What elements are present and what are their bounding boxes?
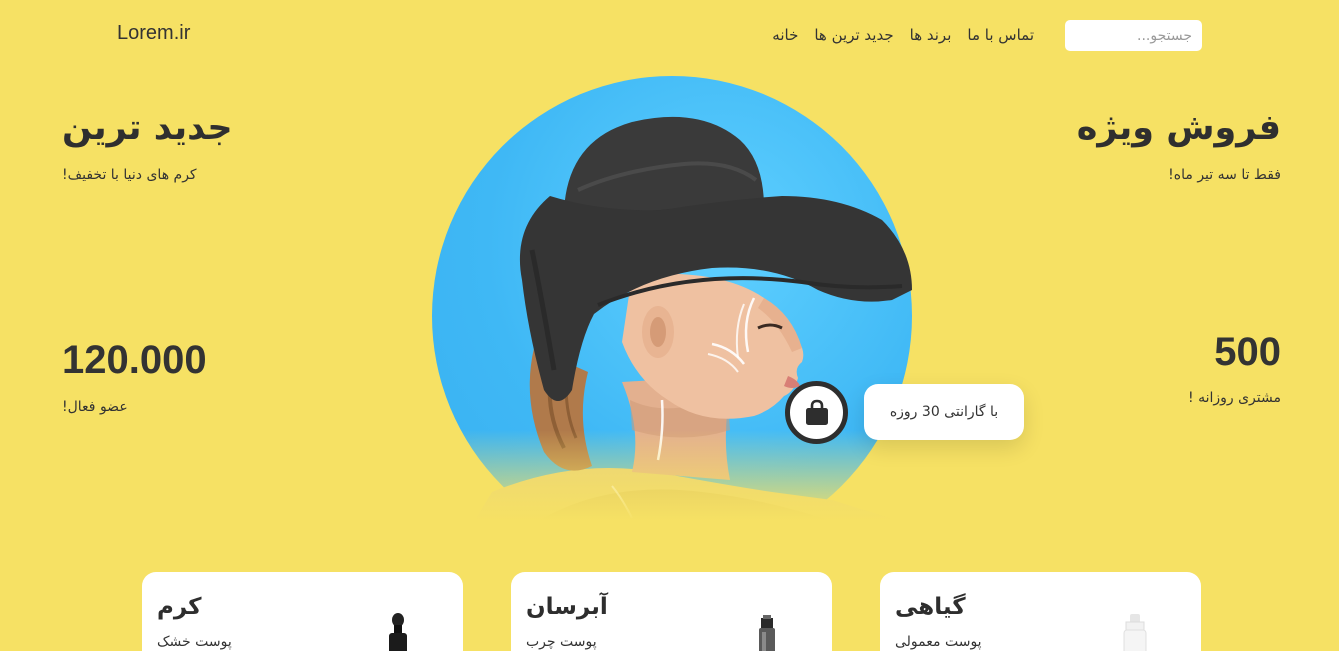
special-sale-subtitle: فقط تا سه تیر ماه! <box>1168 167 1281 183</box>
category-title: آبرسان <box>526 594 608 620</box>
special-sale-title: فروش ویژه <box>1076 108 1281 148</box>
search-input[interactable] <box>1065 20 1202 51</box>
main-nav: خانه جدید ترین ها برند ها تماس با ما <box>772 26 1034 44</box>
category-subtitle: پوست خشک <box>157 634 232 650</box>
nav-item-contact[interactable]: تماس با ما <box>967 26 1034 44</box>
category-card-hydrating[interactable]: آبرسان پوست چرب <box>511 572 832 651</box>
category-title: کرم <box>157 594 202 620</box>
category-subtitle: پوست چرب <box>526 634 597 650</box>
category-card-herbal[interactable]: گیاهی پوست معمولی <box>880 572 1201 651</box>
category-card-cream[interactable]: کرم پوست خشک <box>142 572 463 651</box>
hero-bottom-fade <box>432 430 912 556</box>
cart-button[interactable] <box>785 381 848 444</box>
daily-customers-value: 500 <box>1214 330 1281 374</box>
shopping-bag-icon <box>805 399 828 425</box>
active-members-value: 120.000 <box>62 338 207 382</box>
guarantee-badge: با گارانتی 30 روزه <box>864 384 1024 440</box>
spray-bottle-icon <box>1123 614 1147 651</box>
daily-customers-label: مشتری روزانه ! <box>1188 390 1281 406</box>
dropper-bottle-icon <box>389 613 407 651</box>
newest-title: جدید ترین <box>62 108 233 148</box>
category-subtitle: پوست معمولی <box>895 634 982 650</box>
newest-subtitle: کرم های دنیا با تخفیف! <box>62 167 197 183</box>
category-title: گیاهی <box>895 594 966 620</box>
nav-item-brands[interactable]: برند ها <box>910 26 952 44</box>
active-members-label: عضو فعال! <box>62 399 128 415</box>
serum-bottle-icon <box>759 615 775 651</box>
nav-item-newest[interactable]: جدید ترین ها <box>814 26 893 44</box>
site-logo[interactable]: Lorem.ir <box>117 22 190 45</box>
page: Lorem.ir خانه جدید ترین ها برند ها تماس … <box>0 0 1339 651</box>
nav-item-home[interactable]: خانه <box>772 26 798 44</box>
